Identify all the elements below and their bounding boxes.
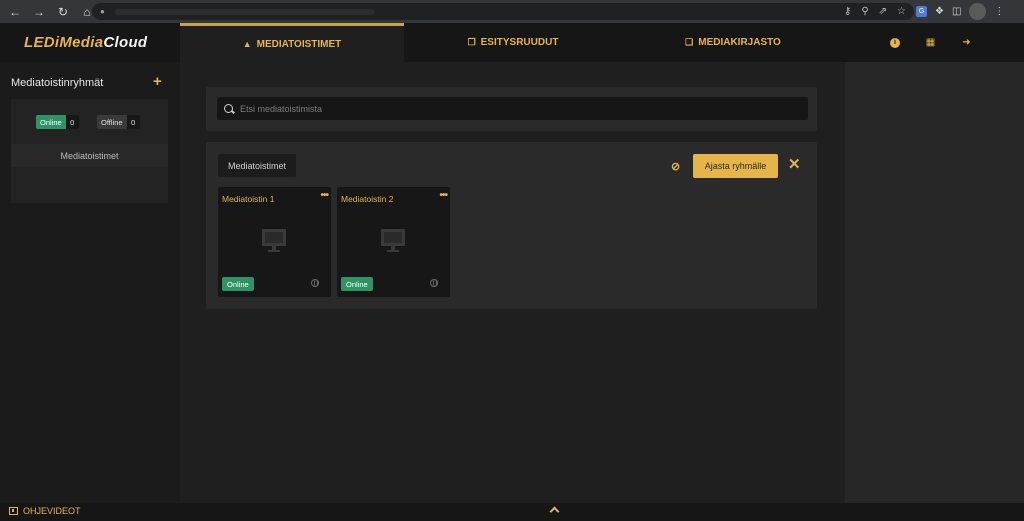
more-options-icon[interactable]: ••• bbox=[439, 190, 447, 201]
group-name-chip[interactable]: Mediatoistimet bbox=[218, 154, 297, 177]
more-options-icon[interactable]: ••• bbox=[320, 190, 328, 201]
copy-icon: ❐ bbox=[467, 37, 476, 47]
help-videos-link[interactable]: OHJEVIDEOT bbox=[9, 506, 81, 516]
schedule-group-button[interactable]: Ajasta ryhmälle bbox=[693, 154, 778, 178]
app-logo[interactable]: LEDiMediaCloud bbox=[24, 34, 147, 51]
add-group-button[interactable]: + bbox=[153, 74, 162, 89]
reload-icon[interactable]: ↻ bbox=[52, 0, 74, 23]
forward-icon[interactable]: → bbox=[28, 0, 50, 23]
extensions-puzzle-icon[interactable]: ❖ bbox=[935, 6, 944, 17]
tab-mediakirjasto[interactable]: ❏ MEDIAKIRJASTO bbox=[622, 23, 844, 62]
player-card[interactable]: Mediatoistin 1 ••• Online bbox=[218, 187, 331, 297]
status-badge: Online bbox=[222, 277, 254, 291]
film-icon bbox=[9, 507, 18, 515]
globe-icon[interactable] bbox=[311, 279, 319, 287]
sidebar-title: Mediatoistinryhmät bbox=[11, 77, 104, 89]
search-box[interactable] bbox=[217, 97, 808, 120]
sidebar: Mediatoistinryhmät + Online 0 Offline 0 … bbox=[0, 62, 180, 503]
globe-icon[interactable] bbox=[430, 279, 438, 287]
share-icon[interactable]: ⇗ bbox=[879, 6, 887, 17]
player-card[interactable]: Mediatoistin 2 ••• Online bbox=[337, 187, 450, 297]
key-icon[interactable]: ⚷ bbox=[844, 6, 851, 17]
profile-avatar[interactable] bbox=[969, 3, 987, 20]
right-panel bbox=[845, 62, 1024, 503]
search-panel bbox=[206, 87, 817, 131]
translate-extension-icon[interactable]: G bbox=[916, 6, 927, 17]
player-group-panel: Mediatoistimet ⊘ Ajasta ryhmälle ✕ Media… bbox=[206, 142, 817, 309]
status-badge: Online bbox=[341, 277, 373, 291]
footer-bar: OHJEVIDEOT bbox=[0, 503, 1024, 521]
tab-mediatoistimet[interactable]: ▲ MEDIATOISTIMET bbox=[180, 23, 404, 62]
bookmark-star-icon[interactable]: ☆ bbox=[897, 6, 906, 17]
group-summary-panel: Online 0 Offline 0 Mediatoistimet bbox=[11, 99, 168, 203]
chevron-up-icon[interactable] bbox=[549, 506, 560, 517]
library-icon: ❏ bbox=[685, 37, 694, 47]
search-icon bbox=[224, 104, 233, 113]
offline-count-badge[interactable]: Offline 0 bbox=[97, 115, 140, 129]
zoom-icon[interactable]: ⚲ bbox=[861, 6, 868, 17]
online-count-badge[interactable]: Online 0 bbox=[36, 115, 79, 129]
search-input[interactable] bbox=[240, 103, 740, 114]
main-content: Mediatoistimet ⊘ Ajasta ryhmälle ✕ Media… bbox=[180, 62, 845, 503]
unlink-icon[interactable]: ⊘ bbox=[671, 160, 680, 173]
info-icon[interactable]: i bbox=[890, 37, 900, 48]
close-icon[interactable]: ✕ bbox=[788, 157, 801, 172]
browser-menu-icon[interactable]: ⋮ bbox=[994, 6, 1004, 17]
player-name: Mediatoistin 1 bbox=[222, 194, 275, 204]
app-header: LEDiMediaCloud ▲ MEDIATOISTIMET ❐ ESITYS… bbox=[0, 23, 1024, 62]
logout-icon[interactable]: ➜ bbox=[961, 37, 972, 48]
url-redacted bbox=[114, 8, 375, 15]
grid-icon[interactable]: ▦ bbox=[925, 37, 936, 48]
monitor-icon bbox=[381, 229, 405, 252]
sidebar-item-mediatoistimet[interactable]: Mediatoistimet bbox=[11, 144, 168, 167]
side-panel-icon[interactable]: ◫ bbox=[952, 6, 961, 17]
back-icon[interactable]: ← bbox=[4, 0, 26, 23]
tab-esitysruudut[interactable]: ❐ ESITYSRUUDUT bbox=[404, 23, 622, 62]
lock-icon: ● bbox=[100, 7, 105, 16]
monitor-icon bbox=[262, 229, 286, 252]
address-bar[interactable]: ● ⚷ ⚲ ⇗ ☆ bbox=[92, 3, 914, 20]
device-icon: ▲ bbox=[242, 39, 252, 49]
player-name: Mediatoistin 2 bbox=[341, 194, 394, 204]
browser-toolbar: ← → ↻ ⌂ ● ⚷ ⚲ ⇗ ☆ G ❖ ◫ ⋮ bbox=[0, 0, 1024, 23]
